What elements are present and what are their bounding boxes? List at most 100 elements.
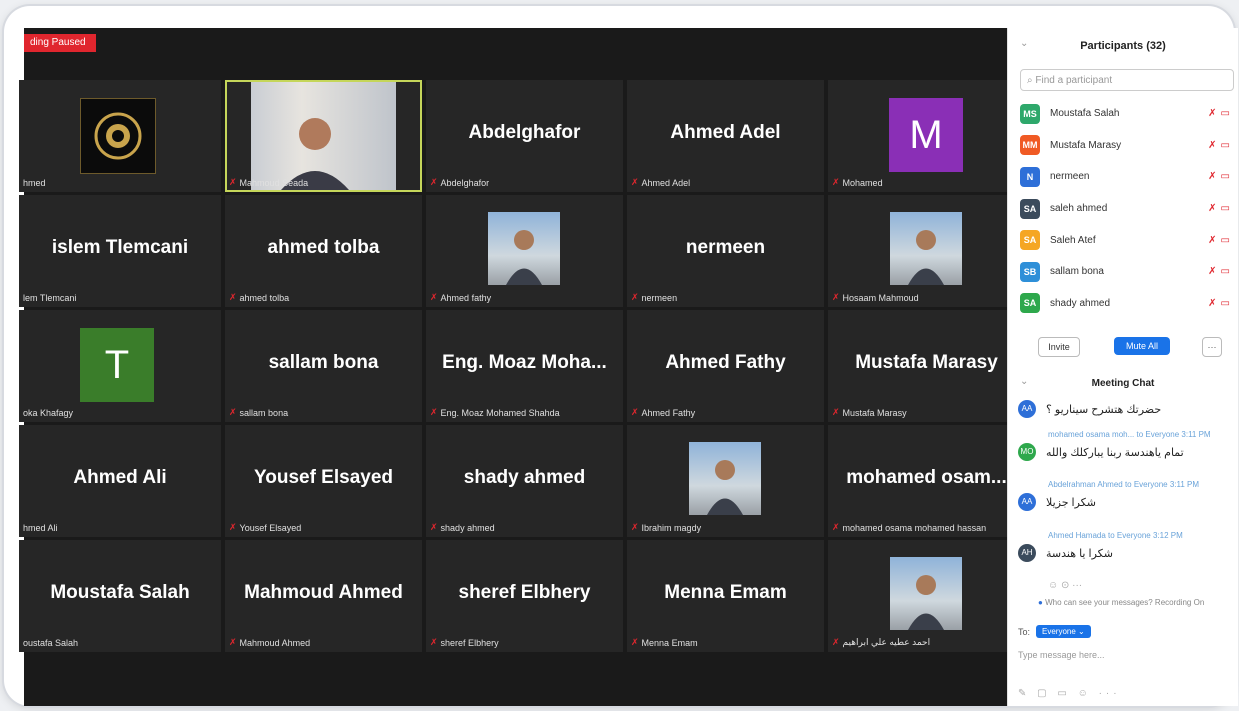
participant-caption: ✗ nermeen	[631, 292, 677, 303]
participant-tile[interactable]: ✗ Hosaam Mahmoud	[828, 195, 1025, 307]
participant-tile[interactable]: Moustafa Salah oustafa Salah	[19, 540, 221, 652]
mic-video-off-icon[interactable]: ✗▭	[1208, 235, 1234, 246]
caption-text: lem Tlemcani	[23, 293, 77, 303]
participants-title: Participants (32)	[1080, 40, 1166, 52]
participant-display-name: Eng. Moaz Moha...	[442, 352, 607, 373]
participant-caption: ✗ Ahmed Fathy	[631, 407, 695, 418]
mute-all-button[interactable]: Mute All	[1114, 337, 1170, 355]
avatar: MS	[1020, 103, 1040, 124]
participant-caption: hmed	[23, 178, 46, 188]
participant-search-input[interactable]: ⌕ Find a participant	[1020, 69, 1234, 91]
participant-display-name: mohamed osam...	[846, 467, 1007, 488]
muted-mic-icon: ✗	[229, 522, 237, 532]
chat-message: Abdelrahman Ahmed to Everyone 3:11 PM AA ش…	[1018, 480, 1234, 511]
chat-privacy-hint[interactable]: ● Who can see your messages? Recording O…	[1038, 598, 1204, 607]
participant-caption: oka Khafagy	[23, 408, 73, 418]
muted-mic-icon: ✗	[430, 407, 438, 417]
participant-row[interactable]: MM Mustafa Marasy ✗▭	[1020, 130, 1234, 162]
caption-text: hmed Ali	[23, 523, 58, 533]
participant-photo	[890, 212, 962, 285]
participant-name: Mustafa Marasy	[1050, 139, 1122, 151]
participant-tile[interactable]: Ahmed Ali hmed Ali	[19, 425, 221, 537]
caption-text: Mohamed	[842, 177, 883, 188]
participant-row[interactable]: SB sallam bona ✗▭	[1020, 256, 1234, 288]
participant-tile[interactable]: Mustafa Marasy ✗ Mustafa Marasy	[828, 310, 1025, 422]
muted-mic-icon: ✗	[229, 177, 237, 187]
participant-caption: ✗ mohamed osama mohamed hassan	[832, 522, 986, 533]
more-options-button[interactable]: ···	[1202, 337, 1222, 357]
participant-tile[interactable]: Yousef Elsayed ✗ Yousef Elsayed	[225, 425, 422, 537]
participant-tile[interactable]: Ahmed Adel ✗ Ahmed Adel	[627, 80, 824, 192]
participant-tile[interactable]: hmed	[19, 80, 221, 192]
chat-message-input[interactable]: Type message here...	[1018, 650, 1105, 660]
reaction-icons[interactable]: ☺ ⊙ ···	[1048, 580, 1082, 591]
participant-tile[interactable]: sallam bona ✗ sallam bona	[225, 310, 422, 422]
mic-video-off-icon[interactable]: ✗▭	[1208, 203, 1234, 214]
muted-mic-icon: ✗	[430, 637, 438, 647]
participant-row[interactable]: MS Moustafa Salah ✗▭	[1020, 98, 1234, 130]
participant-tile[interactable]: ✗ Ahmed fathy	[426, 195, 623, 307]
chat-message-text: حضرتك هتشرح سيناريو ؟	[1046, 403, 1162, 416]
mic-video-off-icon[interactable]: ✗▭	[1208, 298, 1234, 309]
chat-message: mohamed osama moh... to Everyone 3:11 PM…	[1018, 430, 1234, 461]
participant-tile[interactable]: M ✗ Mohamed	[828, 80, 1025, 192]
avatar-letter: M	[889, 98, 963, 172]
chat-title: Meeting Chat	[1091, 378, 1155, 389]
muted-mic-icon: ✗	[832, 177, 840, 187]
mic-video-off-icon[interactable]: ✗▭	[1208, 108, 1234, 119]
chat-message-text: شكرا يا هندسة	[1046, 547, 1113, 560]
participant-display-name: Menna Emam	[664, 582, 787, 603]
participant-tile[interactable]: sheref Elbhery ✗ sheref Elbhery	[426, 540, 623, 652]
participant-tile[interactable]: Eng. Moaz Moha... ✗ Eng. Moaz Mohamed Shah…	[426, 310, 623, 422]
participant-tile[interactable]: ahmed tolba ✗ ahmed tolba	[225, 195, 422, 307]
caption-text: Menna Emam	[641, 637, 698, 648]
chat-toolbar[interactable]: ✎ ▢ ▭ ☺ ···	[1018, 688, 1121, 699]
participant-tile[interactable]: ✗ Mahmoud Seada	[225, 80, 422, 192]
participant-photo	[251, 82, 396, 190]
search-placeholder: Find a participant	[1035, 75, 1113, 86]
participant-caption: ✗ shady ahmed	[430, 522, 495, 533]
participant-tile[interactable]: nermeen ✗ nermeen	[627, 195, 824, 307]
participant-tile[interactable]: Abdelghafor ✗ Abdelghafor	[426, 80, 623, 192]
participant-caption: ✗ احمد عطيه علي ابراهيم	[832, 637, 930, 648]
mic-video-off-icon[interactable]: ✗▭	[1208, 266, 1234, 277]
caption-text: nermeen	[641, 292, 678, 303]
recipient-dropdown[interactable]: Everyone ⌄	[1036, 625, 1091, 638]
caption-text: oka Khafagy	[23, 408, 74, 418]
participant-display-name: islem Tlemcani	[51, 237, 189, 258]
caption-text: Mahmoud Ahmed	[239, 637, 311, 648]
caption-text: Ahmed Adel	[641, 177, 691, 188]
participant-tile[interactable]: islem Tlemcani lem Tlemcani	[19, 195, 221, 307]
participant-caption: ✗ Mahmoud Seada	[229, 177, 308, 188]
avatar: SB	[1020, 261, 1040, 282]
muted-mic-icon: ✗	[631, 522, 639, 532]
participant-tile[interactable]: Ahmed Fathy ✗ Ahmed Fathy	[627, 310, 824, 422]
participant-tile[interactable]: mohamed osam... ✗ mohamed osama mohamed ha…	[828, 425, 1025, 537]
avatar: SA	[1020, 230, 1040, 251]
participant-tile[interactable]: ✗ احمد عطيه علي ابراهيم	[828, 540, 1025, 652]
participant-tile[interactable]: ✗ Ibrahim magdy	[627, 425, 824, 537]
participant-row[interactable]: Nnermeen ✗▭	[1020, 161, 1234, 193]
chat-avatar: AA	[1018, 493, 1036, 511]
participant-tile[interactable]: Toka Khafagy	[19, 310, 221, 422]
mic-video-off-icon[interactable]: ✗▭	[1208, 171, 1234, 182]
chat-avatar: AA	[1018, 400, 1036, 418]
mic-video-off-icon[interactable]: ✗▭	[1208, 140, 1234, 151]
invite-button[interactable]: Invite	[1038, 337, 1080, 357]
participant-display-name: sallam bona	[268, 352, 379, 373]
to-label: To:	[1018, 626, 1031, 637]
participant-row[interactable]: SA saleh ahmed ✗▭	[1020, 193, 1234, 225]
participant-tile[interactable]: Mahmoud Ahmed ✗ Mahmoud Ahmed	[225, 540, 422, 652]
participant-row[interactable]: SA shady ahmed ✗▭	[1020, 288, 1234, 320]
participant-row[interactable]: SA Saleh Atef ✗▭	[1020, 224, 1234, 256]
caption-text: hmed	[23, 178, 46, 188]
participant-tile[interactable]: Menna Emam ✗ Menna Emam	[627, 540, 824, 652]
muted-mic-icon: ✗	[631, 177, 639, 187]
people-icon: ●	[1038, 598, 1043, 607]
participant-tile[interactable]: shady ahmed ✗ shady ahmed	[426, 425, 623, 537]
muted-mic-icon: ✗	[631, 407, 639, 417]
participant-caption: ✗ Menna Emam	[631, 637, 698, 648]
participant-video-grid: hmed ✗ Mahmoud Seada Abdelghafor ✗ Abdelghafo…	[19, 80, 1025, 652]
recording-status-badge: ding Paused	[24, 34, 96, 52]
video-gallery: ding Paused hmed ✗ Mahmoud Seada Abdelghafo…	[19, 28, 1025, 706]
